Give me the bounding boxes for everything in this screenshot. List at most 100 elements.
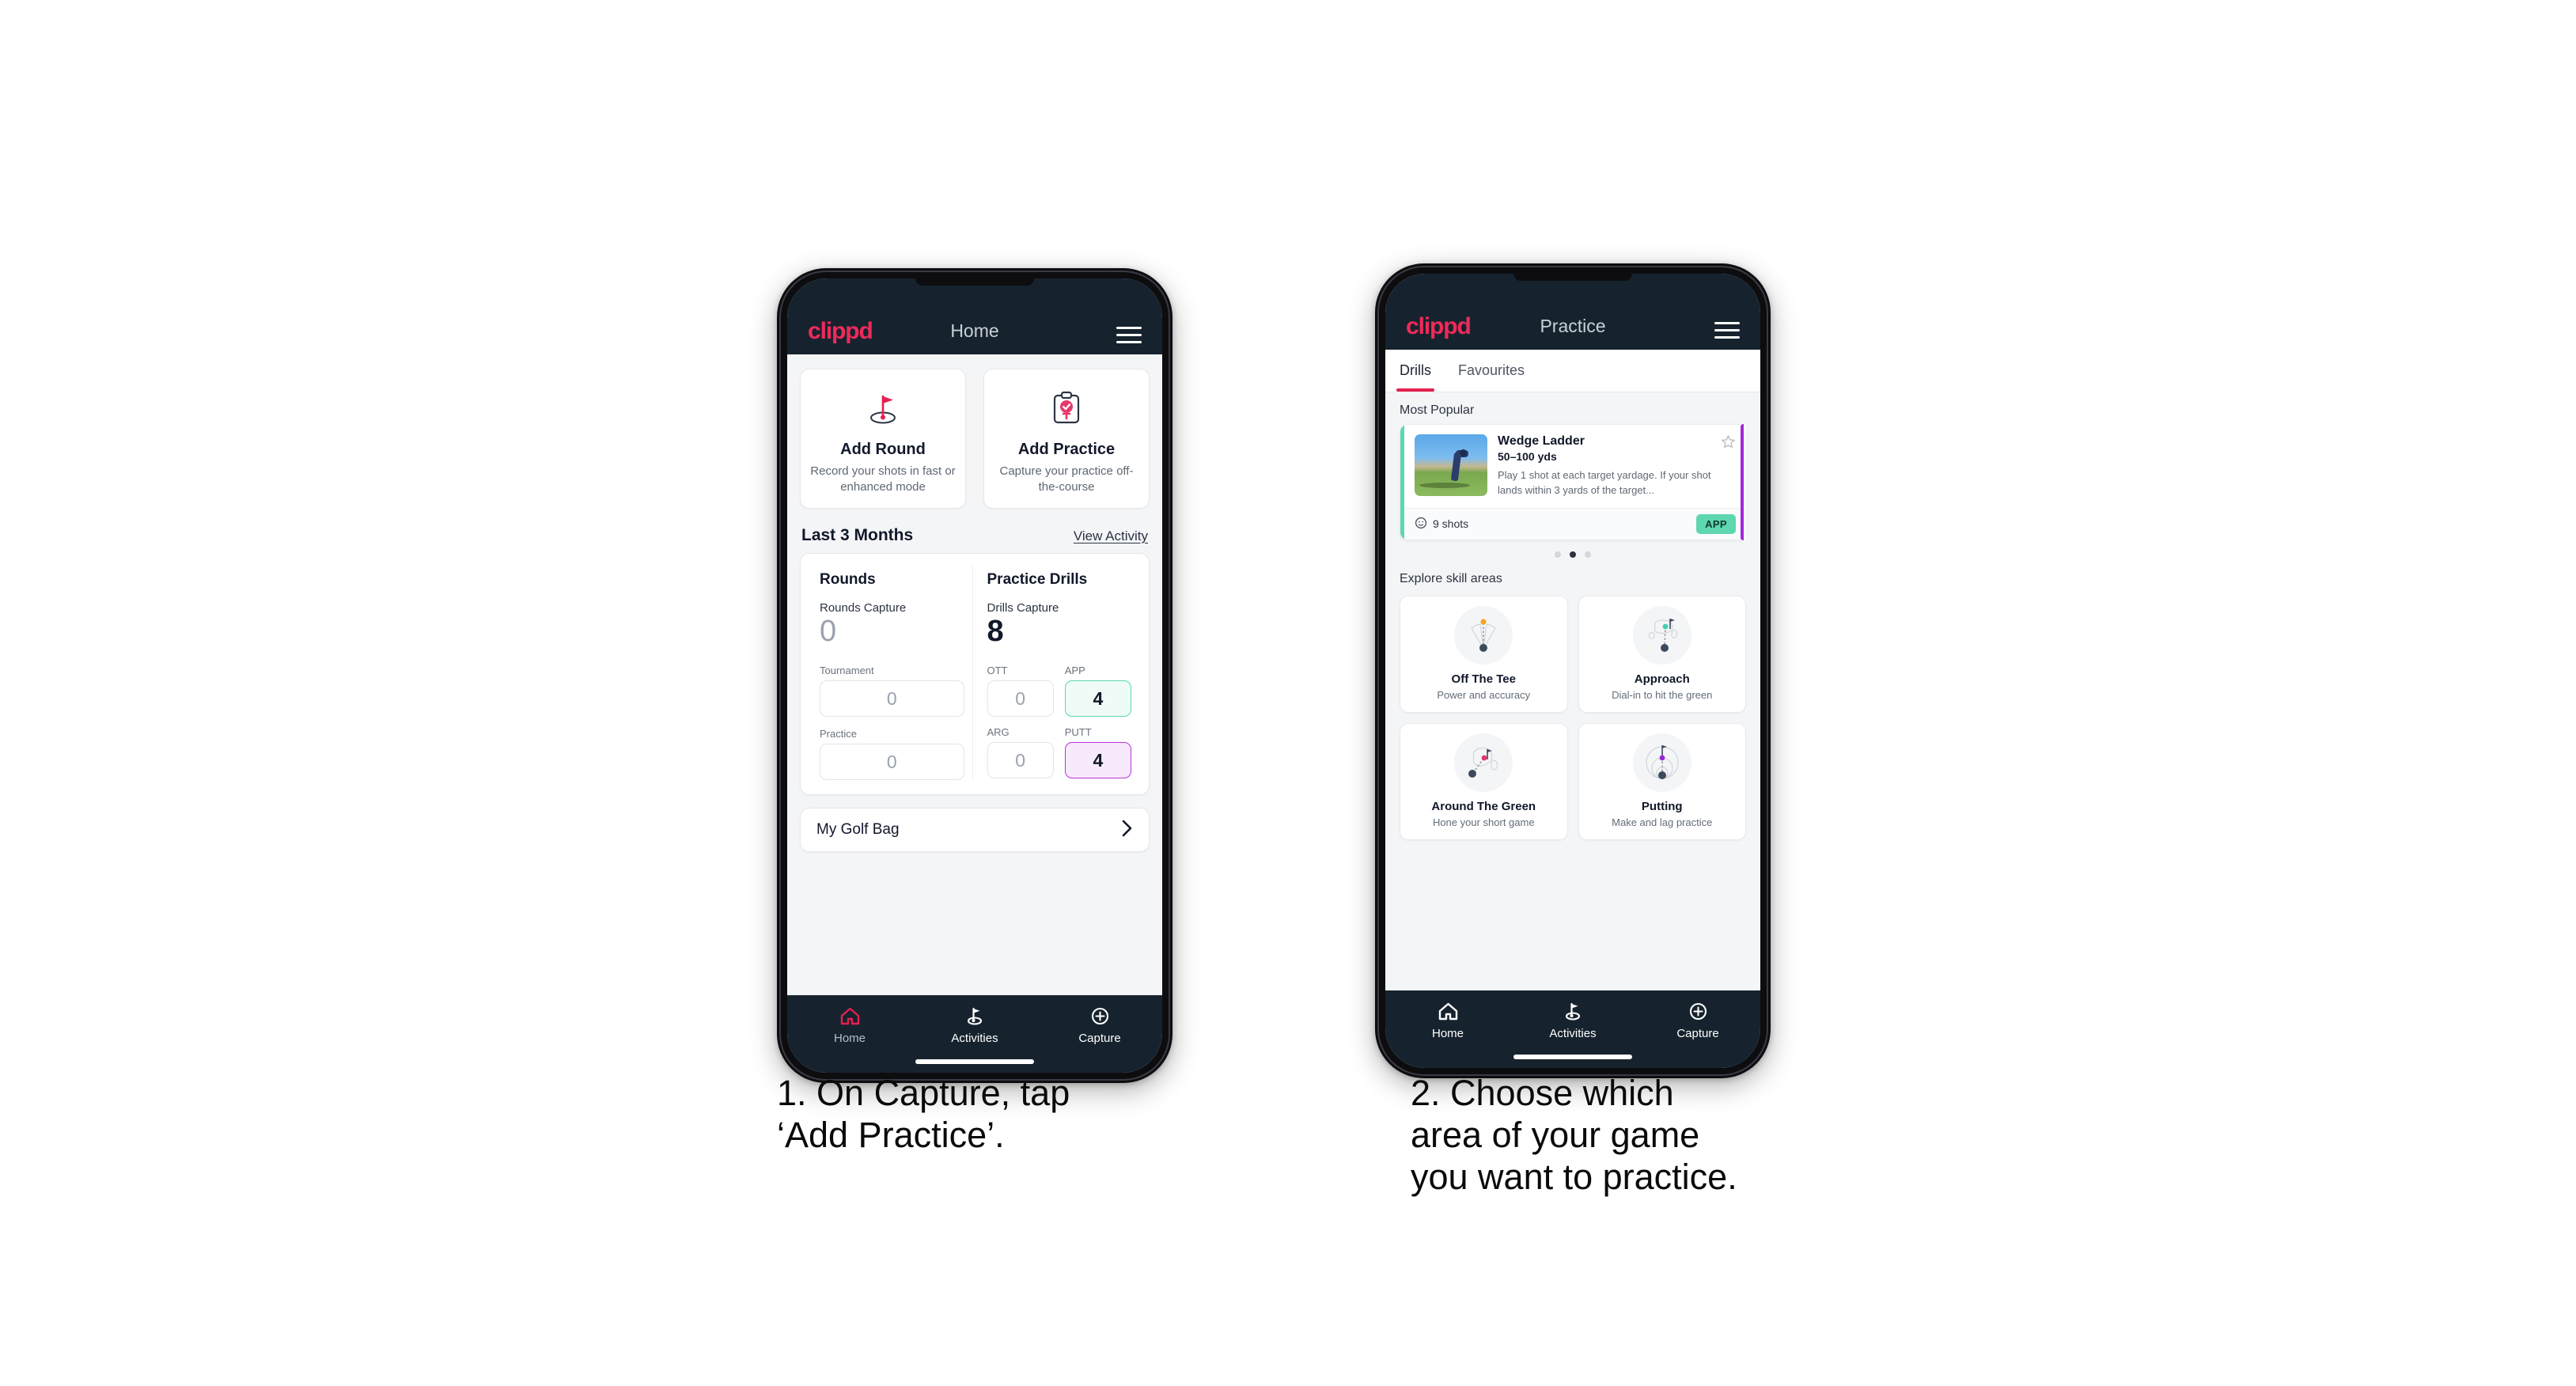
drill-card-wedge-ladder[interactable]: Wedge Ladder 50–100 yds Play 1 shot at e… xyxy=(1400,424,1746,540)
off-the-tee-icon xyxy=(1454,605,1513,665)
skill-card-approach[interactable]: Approach Dial-in to hit the green xyxy=(1578,595,1746,713)
last-3-months-header: Last 3 Months View Activity xyxy=(787,509,1162,553)
phone2-content: Most Popular Wedge Ladder 50–100 yds Pla… xyxy=(1385,392,1760,990)
nav-activities-label: Activities xyxy=(1549,1027,1597,1040)
drill-card-top: Wedge Ladder 50–100 yds Play 1 shot at e… xyxy=(1400,425,1745,508)
phone2-screen: clippd Practice Drills Favourites Most P… xyxy=(1385,274,1760,1068)
phone-mockup-practice: clippd Practice Drills Favourites Most P… xyxy=(1375,263,1771,1078)
rounds-practice-label: Practice xyxy=(820,728,857,740)
home-indicator-bar xyxy=(915,1059,1034,1064)
drill-app-value[interactable]: 4 xyxy=(1064,680,1131,718)
nav-capture-label: Capture xyxy=(1078,1032,1121,1045)
star-outline-icon[interactable] xyxy=(1718,434,1736,453)
drill-ott: OTT 0 xyxy=(987,665,1054,718)
phone2-bottom-nav: Home Activities Capture xyxy=(1385,990,1760,1068)
rounds-tournament-label: Tournament xyxy=(820,665,874,677)
nav-activities[interactable]: Activities xyxy=(912,1006,1037,1045)
nav-home[interactable]: Home xyxy=(1385,1002,1510,1040)
skill-desc: Make and lag practice xyxy=(1612,816,1713,828)
skill-areas-grid: Off The Tee Power and accuracy Approach … xyxy=(1385,593,1760,840)
golf-flag-icon xyxy=(967,1007,982,1025)
skill-name: Off The Tee xyxy=(1451,672,1516,686)
drills-capture-value: 8 xyxy=(987,614,1004,648)
drill-description: Play 1 shot at each target yardage. If y… xyxy=(1498,469,1711,496)
plus-circle-icon xyxy=(1689,1002,1707,1021)
clipboard-check-icon xyxy=(1049,385,1084,431)
my-golf-bag-row[interactable]: My Golf Bag xyxy=(800,808,1150,853)
next-drill-card-peek[interactable] xyxy=(1741,424,1746,540)
phone-notch xyxy=(1513,274,1632,281)
phone1-app-bar: clippd Home xyxy=(787,278,1162,354)
skill-desc: Hone your short game xyxy=(1432,816,1535,828)
rounds-breakdown: Tournament 0 Practice 0 xyxy=(820,665,964,781)
drill-thumbnail xyxy=(1415,434,1487,496)
drill-title: Wedge Ladder xyxy=(1498,434,1585,448)
around-the-green-icon xyxy=(1454,733,1513,792)
practice-drills-column: Practice Drills Drills Capture 8 OTT 0 A… xyxy=(972,564,1140,781)
plus-circle-icon xyxy=(1091,1007,1108,1025)
add-round-card[interactable]: Add Round Record your shots in fast or e… xyxy=(800,369,966,509)
home-indicator-bar xyxy=(1513,1055,1632,1059)
hamburger-menu-icon[interactable] xyxy=(1714,322,1740,339)
skill-name: Putting xyxy=(1641,799,1683,813)
nav-capture[interactable]: Capture xyxy=(1635,1002,1760,1040)
nav-capture-label: Capture xyxy=(1676,1027,1719,1040)
carousel-dot-3[interactable] xyxy=(1585,551,1591,558)
skill-card-around-the-green[interactable]: Around The Green Hone your short game xyxy=(1400,722,1568,840)
drill-card-footer: 9 shots APP xyxy=(1400,507,1745,540)
carousel-dot-2[interactable] xyxy=(1570,551,1576,558)
add-round-desc: Record your shots in fast or enhanced mo… xyxy=(810,464,956,494)
skill-card-off-the-tee[interactable]: Off The Tee Power and accuracy xyxy=(1400,595,1568,713)
nav-home-label: Home xyxy=(833,1032,866,1045)
rounds-column: Rounds Rounds Capture 0 Tournament 0 Pra… xyxy=(810,565,972,781)
nav-home-label: Home xyxy=(1431,1027,1464,1040)
hamburger-menu-icon[interactable] xyxy=(1116,327,1142,343)
skill-desc: Dial-in to hit the green xyxy=(1612,688,1713,701)
carousel-dot-1[interactable] xyxy=(1555,551,1561,558)
putting-icon xyxy=(1632,733,1691,792)
chevron-right-icon xyxy=(1121,819,1133,842)
carousel-dots xyxy=(1385,540,1760,561)
drill-shots-label: 9 shots xyxy=(1433,517,1469,531)
most-popular-label: Most Popular xyxy=(1400,403,1475,417)
add-practice-card[interactable]: Add Practice Capture your practice off-t… xyxy=(983,369,1150,509)
drills-capture-label: Drills Capture xyxy=(987,600,1059,615)
view-activity-link[interactable]: View Activity xyxy=(1074,528,1148,544)
skill-card-putting[interactable]: Putting Make and lag practice xyxy=(1578,722,1746,840)
phone2-app-bar: clippd Practice xyxy=(1385,274,1760,350)
skill-name: Around The Green xyxy=(1431,799,1536,813)
nav-home[interactable]: Home xyxy=(787,1006,912,1045)
page-title: Home xyxy=(950,320,999,341)
drill-putt: PUTT 4 xyxy=(1064,726,1131,779)
drill-arg: ARG 0 xyxy=(987,726,1054,779)
rounds-tournament: Tournament 0 xyxy=(820,665,964,718)
drill-yardage: 50–100 yds xyxy=(1498,450,1557,463)
golf-flag-icon xyxy=(865,385,901,431)
drill-ott-value[interactable]: 0 xyxy=(987,680,1054,718)
drill-info: Wedge Ladder 50–100 yds Play 1 shot at e… xyxy=(1498,434,1736,498)
rounds-capture-label: Rounds Capture xyxy=(820,600,907,615)
phone-mockup-home: clippd Home Add Round Record your shots … xyxy=(777,268,1172,1083)
phone1-bottom-nav: Home Activities Capture xyxy=(787,995,1162,1073)
home-icon xyxy=(1438,1002,1457,1021)
rounds-practice-value[interactable]: 0 xyxy=(820,744,964,781)
add-round-title: Add Round xyxy=(840,441,926,458)
slide-canvas: clippd Home Add Round Record your shots … xyxy=(0,0,2576,1386)
nav-capture[interactable]: Capture xyxy=(1037,1006,1162,1045)
drill-putt-value[interactable]: 4 xyxy=(1064,742,1131,779)
drill-ott-label: OTT xyxy=(987,665,1008,677)
caption-step-1: 1. On Capture, tap ‘Add Practice’. xyxy=(777,1073,1070,1156)
add-practice-desc: Capture your practice off-the-course xyxy=(999,464,1134,494)
nav-activities[interactable]: Activities xyxy=(1510,1002,1635,1040)
drill-arg-label: ARG xyxy=(987,726,1010,739)
drill-arg-value[interactable]: 0 xyxy=(987,742,1054,779)
rounds-tournament-value[interactable]: 0 xyxy=(820,680,964,718)
drill-carousel[interactable]: Wedge Ladder 50–100 yds Play 1 shot at e… xyxy=(1385,424,1760,540)
practice-tabs: Drills Favourites xyxy=(1385,350,1760,392)
section-title: Last 3 Months xyxy=(801,525,914,544)
tab-drills[interactable]: Drills xyxy=(1396,350,1434,392)
rounds-heading: Rounds xyxy=(820,570,876,588)
tab-favourites[interactable]: Favourites xyxy=(1458,350,1525,392)
drill-app-label: APP xyxy=(1064,665,1085,677)
home-icon xyxy=(840,1007,859,1025)
